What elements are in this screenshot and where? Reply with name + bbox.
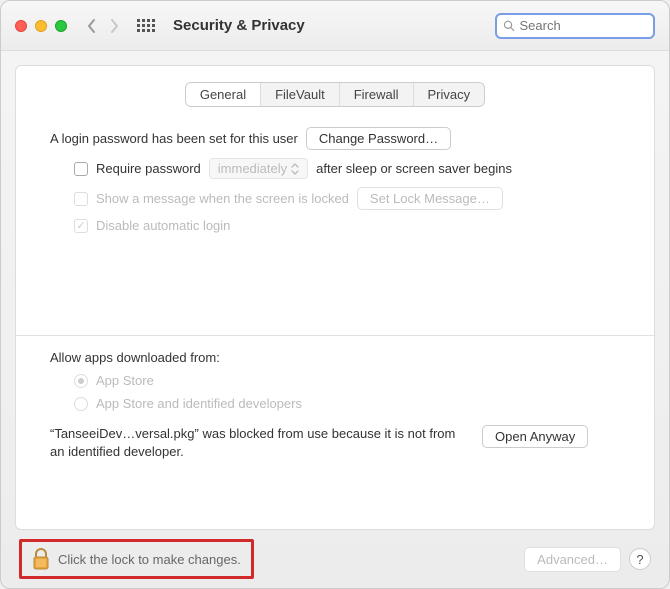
advanced-button[interactable]: Advanced… [524, 547, 621, 572]
search-icon [503, 19, 515, 32]
show-message-label: Show a message when the screen is locked [96, 191, 349, 206]
lock-icon[interactable] [32, 548, 50, 570]
tab-firewall[interactable]: Firewall [340, 83, 414, 106]
updown-icon [291, 163, 299, 175]
lock-area-highlight: Click the lock to make changes. [19, 539, 254, 579]
preferences-window: Security & Privacy General FileVault Fir… [0, 0, 670, 589]
minimize-window-button[interactable] [35, 20, 47, 32]
open-anyway-button[interactable]: Open Anyway [482, 425, 588, 448]
show-all-icon[interactable] [137, 19, 155, 32]
bottom-bar: Click the lock to make changes. Advanced… [1, 530, 669, 588]
divider [16, 335, 654, 336]
zoom-window-button[interactable] [55, 20, 67, 32]
back-button[interactable] [87, 18, 97, 34]
window-title: Security & Privacy [173, 17, 495, 34]
help-button[interactable]: ? [629, 548, 651, 570]
main-panel: General FileVault Firewall Privacy A log… [15, 65, 655, 530]
nav-buttons [87, 18, 119, 34]
lock-hint-text: Click the lock to make changes. [58, 552, 241, 567]
radio-app-store-label: App Store [96, 373, 154, 388]
disable-auto-login-checkbox: ✓ [74, 219, 88, 233]
close-window-button[interactable] [15, 20, 27, 32]
allow-downloads-heading: Allow apps downloaded from: [50, 350, 220, 365]
radio-app-store [74, 374, 88, 388]
tab-privacy[interactable]: Privacy [414, 83, 485, 106]
blocked-app-message: “TanseeiDev…versal.pkg” was blocked from… [50, 425, 470, 461]
require-password-label: Require password [96, 161, 201, 176]
tab-general[interactable]: General [186, 83, 261, 106]
allow-downloads-section: Allow apps downloaded from: App Store Ap… [34, 350, 636, 461]
search-field[interactable] [495, 13, 655, 39]
titlebar: Security & Privacy [1, 1, 669, 51]
login-password-label: A login password has been set for this u… [50, 131, 298, 146]
disable-auto-login-label: Disable automatic login [96, 218, 230, 233]
set-lock-message-button: Set Lock Message… [357, 187, 503, 210]
search-input[interactable] [520, 18, 647, 33]
tab-bar: General FileVault Firewall Privacy [34, 82, 636, 107]
require-password-checkbox[interactable] [74, 162, 88, 176]
show-message-checkbox [74, 192, 88, 206]
login-password-section: A login password has been set for this u… [34, 127, 636, 233]
tab-filevault[interactable]: FileVault [261, 83, 340, 106]
require-password-delay-value: immediately [218, 161, 287, 176]
require-password-suffix: after sleep or screen saver begins [316, 161, 512, 176]
require-password-delay-select[interactable]: immediately [209, 158, 308, 179]
radio-identified [74, 397, 88, 411]
radio-identified-label: App Store and identified developers [96, 396, 302, 411]
change-password-button[interactable]: Change Password… [306, 127, 451, 150]
content-area: General FileVault Firewall Privacy A log… [1, 51, 669, 530]
forward-button[interactable] [109, 18, 119, 34]
window-controls [15, 20, 67, 32]
